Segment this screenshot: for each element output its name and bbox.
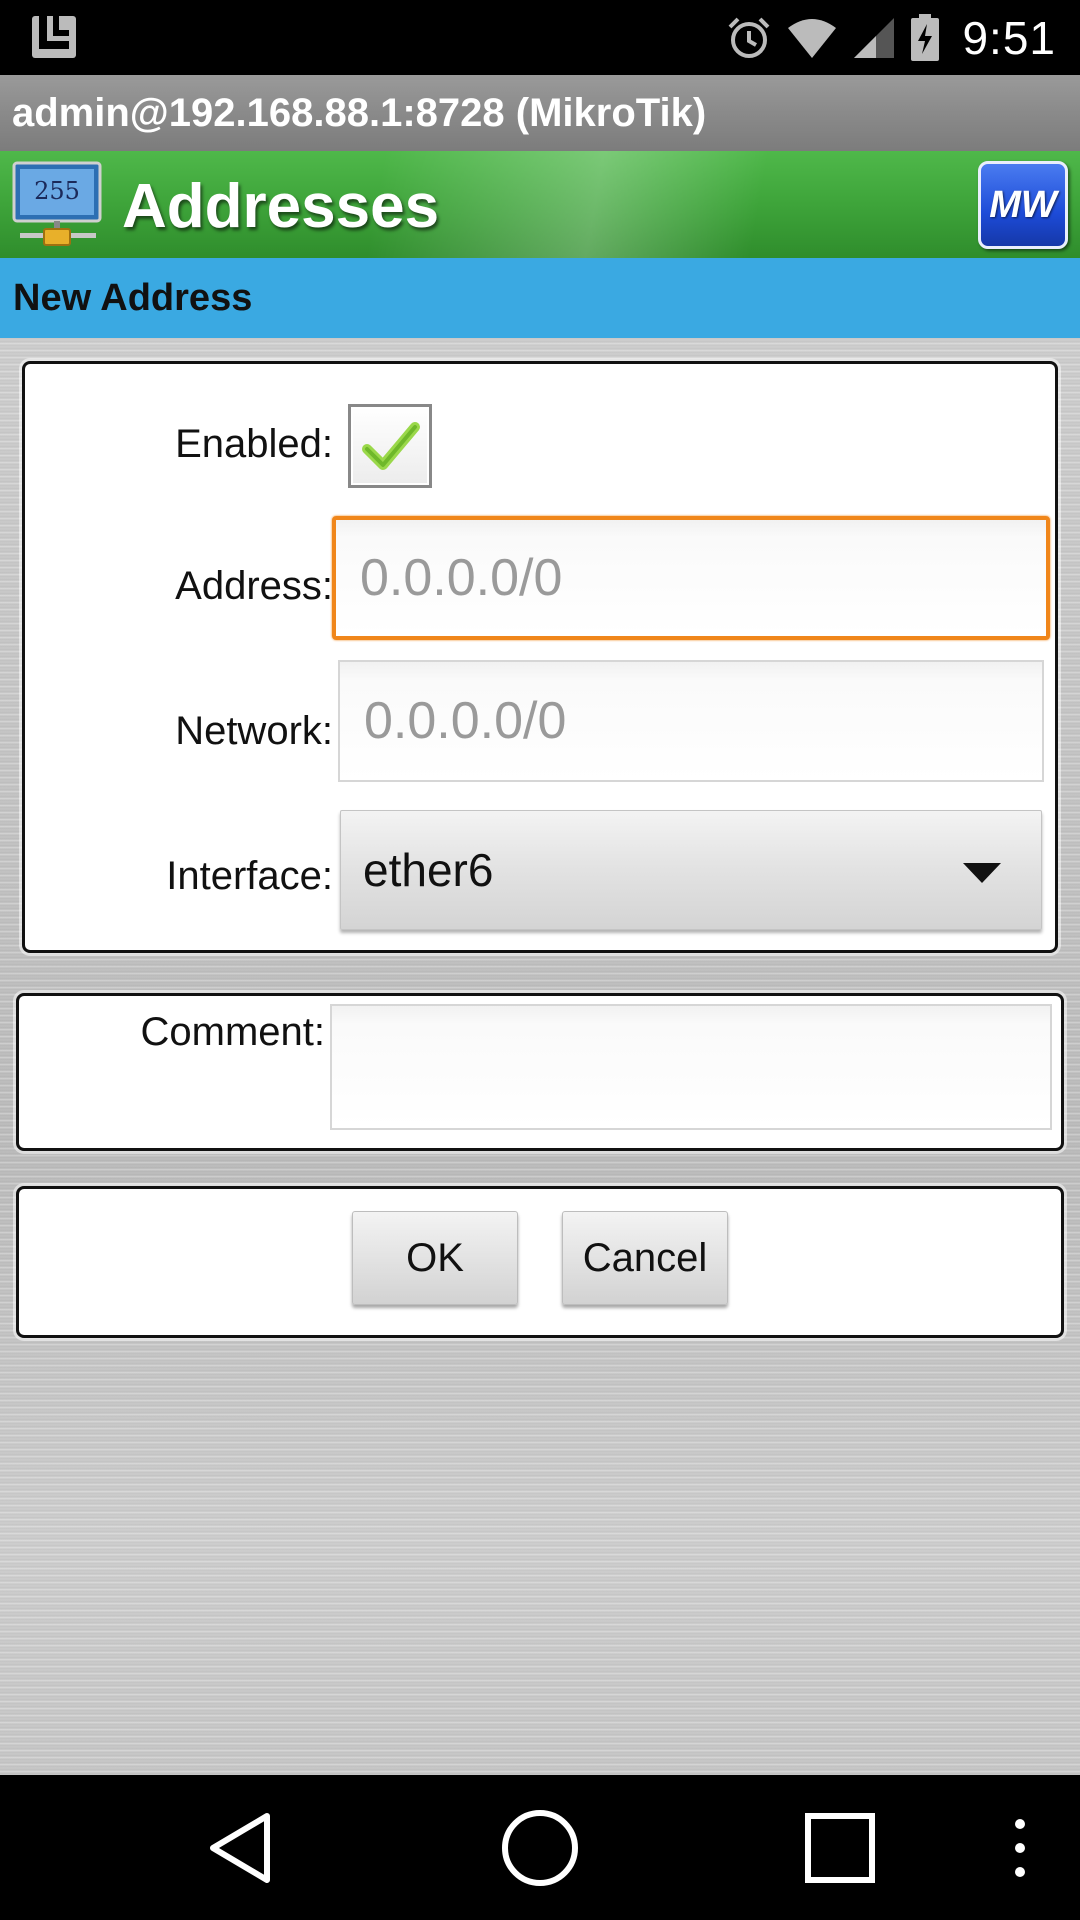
network-monitor-icon: 255	[12, 161, 102, 246]
address-label: Address:	[175, 564, 333, 608]
connection-title: admin@192.168.88.1:8728 (MikroTik)	[12, 90, 707, 135]
comment-input[interactable]	[330, 1004, 1052, 1130]
address-form-panel: Enabled: Address: 0.0.0.0/0 Network: 0.0…	[22, 361, 1058, 953]
back-button[interactable]	[190, 1775, 290, 1920]
ok-button[interactable]: OK	[352, 1211, 518, 1305]
recents-icon	[805, 1812, 875, 1883]
app-notification-icon	[32, 16, 76, 58]
monitor-text: 255	[34, 177, 80, 205]
signal-icon	[854, 17, 895, 58]
enabled-label: Enabled:	[175, 422, 333, 466]
back-icon	[210, 1812, 270, 1883]
wifi-icon	[788, 18, 837, 58]
home-button[interactable]	[490, 1775, 590, 1920]
overflow-menu-icon	[1015, 1818, 1025, 1877]
section-title: New Address	[13, 276, 253, 319]
network-input[interactable]: 0.0.0.0/0	[338, 660, 1044, 782]
recents-button[interactable]	[790, 1775, 890, 1920]
dropdown-arrow-icon	[963, 863, 1001, 883]
interface-label: Interface:	[166, 854, 333, 898]
overflow-menu-button[interactable]	[1000, 1775, 1040, 1920]
comment-panel: Comment:	[16, 993, 1064, 1151]
navigation-bar	[0, 1775, 1080, 1920]
status-time: 9:51	[962, 11, 1056, 64]
address-input[interactable]: 0.0.0.0/0	[332, 516, 1050, 640]
page-title: Addresses	[122, 172, 440, 241]
button-panel: OK Cancel	[16, 1186, 1064, 1338]
checkmark-icon	[362, 422, 420, 470]
status-bar: 9:51	[0, 0, 1080, 75]
comment-label: Comment:	[140, 1010, 326, 1054]
interface-value: ether6	[363, 844, 494, 896]
enabled-checkbox[interactable]	[348, 404, 432, 488]
battery-charging-icon	[911, 13, 940, 61]
cancel-button[interactable]: Cancel	[562, 1211, 728, 1305]
alarm-icon	[729, 17, 770, 58]
section-bar: New Address	[0, 258, 1080, 338]
status-icons: 9:51	[726, 0, 1056, 75]
connection-bar: admin@192.168.88.1:8728 (MikroTik)	[0, 75, 1080, 151]
mw-logo[interactable]: MW	[978, 161, 1068, 249]
network-label: Network:	[175, 709, 333, 753]
app-header: 255 Addresses MW	[0, 151, 1080, 258]
interface-dropdown[interactable]: ether6	[340, 810, 1042, 930]
home-icon	[502, 1809, 578, 1886]
